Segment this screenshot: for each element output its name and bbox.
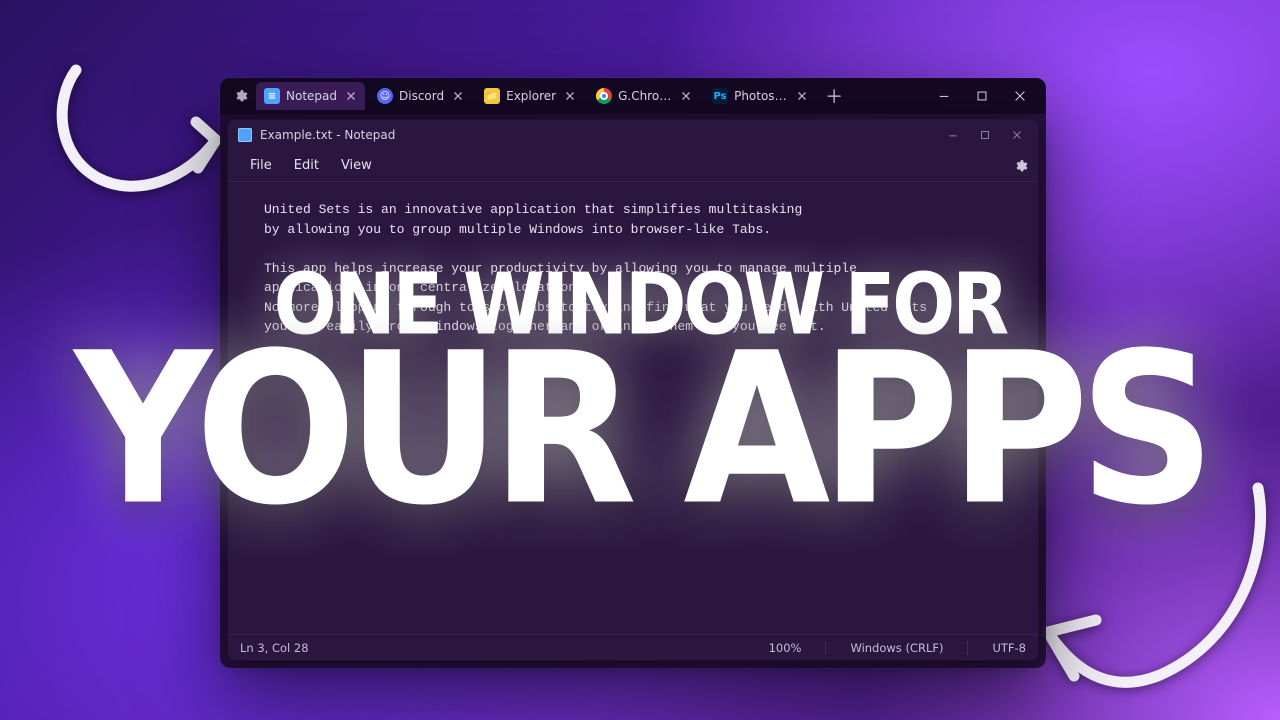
chrome-icon (596, 88, 612, 104)
tab-close-button[interactable] (794, 88, 810, 104)
tab-close-button[interactable] (562, 88, 578, 104)
minimize-button[interactable] (926, 82, 962, 110)
tab-label: Photoshop (734, 89, 788, 103)
notepad-window-controls (938, 124, 1032, 146)
tab-label: Discord (399, 89, 444, 103)
notepad-title: Example.txt - Notepad (260, 128, 395, 142)
status-zoom[interactable]: 100% (769, 641, 802, 655)
notepad-window: Example.txt - Notepad File Edit View Uni… (228, 120, 1038, 660)
tab-chrome[interactable]: G.Chrome (588, 82, 700, 110)
menu-edit[interactable]: Edit (284, 154, 329, 177)
host-window-controls (926, 82, 1042, 110)
child-minimize-button[interactable] (938, 124, 968, 146)
tab-strip: ≡ Notepad ☺ Discord 📁 Explorer G.Chrom (220, 78, 1046, 114)
tab-label: Notepad (286, 89, 337, 103)
close-button[interactable] (1002, 82, 1038, 110)
tab-explorer[interactable]: 📁 Explorer (476, 82, 584, 110)
menu-file[interactable]: File (240, 154, 282, 177)
menu-view[interactable]: View (331, 154, 382, 177)
tab-close-button[interactable] (450, 88, 466, 104)
notepad-settings-button[interactable] (1010, 155, 1032, 177)
new-tab-button[interactable]: ＋ (820, 82, 848, 110)
child-maximize-button[interactable] (970, 124, 1000, 146)
tab-label: Explorer (506, 89, 556, 103)
callout-arrow-top-left (46, 60, 236, 210)
tab-discord[interactable]: ☺ Discord (369, 82, 472, 110)
tab-close-button[interactable] (678, 88, 694, 104)
status-cursor-position: Ln 3, Col 28 (240, 641, 309, 655)
discord-icon: ☺ (377, 88, 393, 104)
tab-photoshop[interactable]: Ps Photoshop (704, 82, 816, 110)
host-settings-button[interactable] (230, 85, 252, 107)
united-sets-window: ≡ Notepad ☺ Discord 📁 Explorer G.Chrom (220, 78, 1046, 668)
notepad-titlebar[interactable]: Example.txt - Notepad (228, 120, 1038, 150)
tab-label: G.Chrome (618, 89, 672, 103)
explorer-icon: 📁 (484, 88, 500, 104)
notepad-editor[interactable]: United Sets is an innovative application… (228, 182, 1038, 634)
notepad-file-icon (238, 128, 252, 142)
photoshop-icon: Ps (712, 88, 728, 104)
notepad-icon: ≡ (264, 88, 280, 104)
notepad-menubar: File Edit View (228, 150, 1038, 182)
status-encoding[interactable]: UTF-8 (992, 641, 1026, 655)
tab-close-button[interactable] (343, 88, 359, 104)
tab-notepad[interactable]: ≡ Notepad (256, 82, 365, 110)
callout-arrow-bottom-right (1010, 470, 1270, 700)
status-eol[interactable]: Windows (CRLF) (850, 641, 943, 655)
child-close-button[interactable] (1002, 124, 1032, 146)
notepad-statusbar: Ln 3, Col 28 100% Windows (CRLF) UTF-8 (228, 634, 1038, 660)
maximize-button[interactable] (964, 82, 1000, 110)
